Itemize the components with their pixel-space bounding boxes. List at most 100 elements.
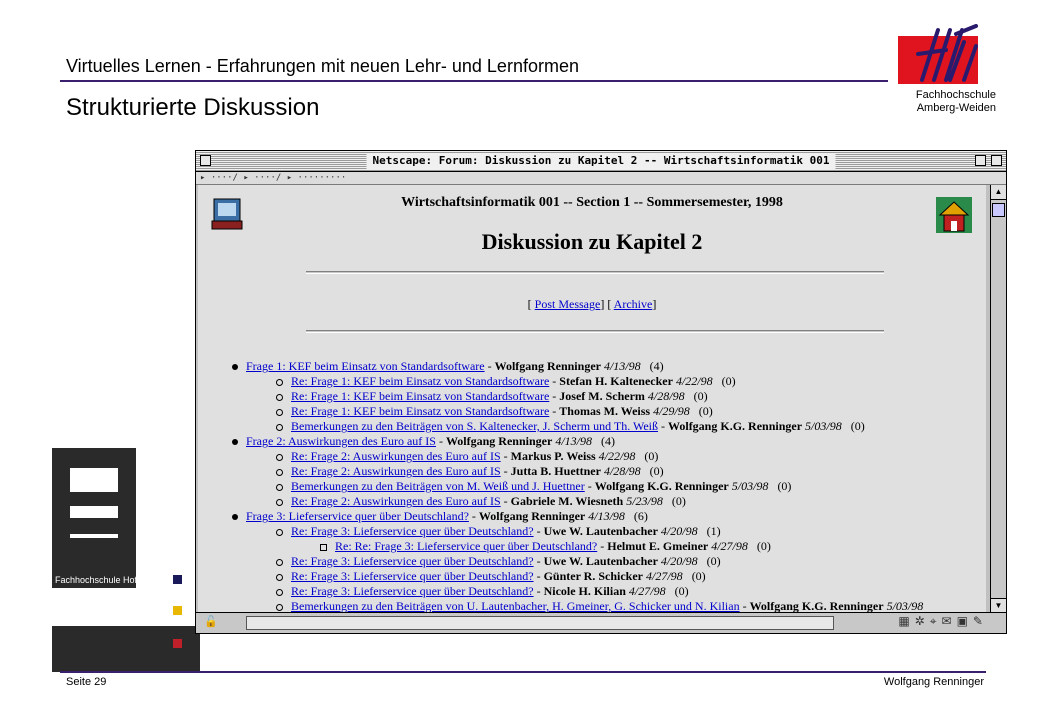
reply-count: (0) [649, 464, 664, 478]
post-author: Helmut E. Gmeiner [607, 539, 709, 553]
thread-post: Re: Re: Frage 3: Lieferservice quer über… [320, 539, 771, 554]
post-title-link[interactable]: Re: Frage 2: Auswirkungen des Euro auf I… [291, 464, 501, 478]
post-title-link[interactable]: Frage 1: KEF beim Einsatz von Standardso… [246, 359, 485, 373]
circle-bullet-icon [276, 468, 283, 476]
thread-post: Bemerkungen zu den Beiträgen von M. Weiß… [276, 479, 791, 494]
circle-bullet-icon [276, 393, 283, 401]
thread-post: Re: Frage 1: KEF beim Einsatz von Standa… [276, 404, 713, 419]
post-title-link[interactable]: Re: Re: Frage 3: Lieferservice quer über… [335, 539, 597, 553]
reply-count: (0) [644, 449, 659, 463]
post-date: 4/22/98 [675, 374, 713, 388]
collapse-box-button[interactable] [991, 155, 1002, 166]
post-date: 4/27/98 [628, 584, 666, 598]
post-author: Thomas M. Weiss [559, 404, 651, 418]
square-bullet-icon [320, 543, 327, 551]
thread-post: Re: Frage 2: Auswirkungen des Euro auf I… [276, 449, 658, 464]
archive-link[interactable]: Archive [614, 297, 653, 311]
circle-bullet-icon [276, 573, 283, 581]
post-date: 5/23/98 [626, 494, 663, 508]
institution-name: Fachhochschule Amberg-Weiden [880, 89, 996, 115]
navy-square [173, 575, 182, 584]
scroll-up-arrow[interactable]: ▲ [991, 185, 1006, 200]
thread-post: Re: Frage 3: Lieferservice quer über Deu… [276, 569, 706, 584]
red-square [173, 639, 182, 648]
action-links: [ Post Message] [ Archive] [527, 297, 657, 311]
disc-bullet-icon [232, 514, 238, 521]
post-date: 4/27/98 [646, 569, 683, 583]
post-message-link[interactable]: Post Message [535, 297, 601, 311]
component-bar-icons[interactable]: ▦✲⌖✉▣✎ [898, 614, 988, 629]
post-author: Josef M. Scherm [559, 389, 645, 403]
circle-bullet-icon [276, 423, 283, 431]
horizontal-rule [306, 330, 884, 333]
post-date: 5/03/98 [805, 419, 842, 433]
slide-title: Virtuelles Lernen - Erfahrungen mit neue… [66, 56, 579, 76]
post-author: Wolfgang Renninger [445, 434, 553, 448]
page-number: Seite 29 [66, 676, 107, 688]
close-box-button[interactable] [200, 155, 211, 166]
post-title-link[interactable]: Bemerkungen zu den Beiträgen von U. Laut… [291, 599, 740, 613]
yellow-square [173, 606, 182, 615]
post-title-link[interactable]: Re: Frage 3: Lieferservice quer über Deu… [291, 584, 534, 598]
author-name: Wolfgang Renninger [883, 676, 984, 688]
thread-post: Re: Frage 3: Lieferservice quer über Deu… [276, 524, 721, 539]
circle-bullet-icon [276, 378, 283, 386]
circle-bullet-icon [276, 528, 283, 536]
post-title-link[interactable]: Re: Frage 2: Auswirkungen des Euro auf I… [291, 494, 501, 508]
circle-bullet-icon [276, 588, 283, 596]
post-author: Stefan H. Kaltenecker [559, 374, 673, 388]
scroll-thumb[interactable] [992, 203, 1005, 217]
reply-count: (0) [721, 374, 736, 388]
institution-line-2: Amberg-Weiden [916, 102, 996, 114]
collapsed-toolbar[interactable]: ▸ ····/ ▸ ····/ ▸ ········· [196, 172, 1006, 185]
post-title-link[interactable]: Frage 2: Auswirkungen des Euro auf IS [246, 434, 436, 448]
reply-count: (6) [633, 509, 648, 523]
post-title-link[interactable]: Re: Frage 3: Lieferservice quer über Deu… [291, 524, 534, 538]
status-bar: 🔓 ▦✲⌖✉▣✎ [196, 612, 1006, 633]
post-date: 4/28/98 [647, 389, 685, 403]
post-title-link[interactable]: Bemerkungen zu den Beiträgen von S. Kalt… [291, 419, 658, 433]
vertical-scrollbar[interactable]: ▲ ▼ [990, 185, 1006, 613]
post-author: Wolfgang K.G. Renninger [749, 599, 884, 613]
post-author: Günter R. Schicker [543, 569, 644, 583]
post-date: 4/22/98 [598, 449, 636, 463]
post-title-link[interactable]: Bemerkungen zu den Beiträgen von M. Weiß… [291, 479, 585, 493]
circle-bullet-icon [276, 558, 283, 566]
zoom-box-button[interactable] [975, 155, 986, 166]
circle-bullet-icon [276, 498, 283, 506]
window-titlebar[interactable]: Netscape: Forum: Diskussion zu Kapitel 2… [196, 151, 1006, 172]
circle-bullet-icon [276, 603, 283, 611]
security-lock-icon[interactable]: 🔓 [204, 615, 218, 628]
post-title-link[interactable]: Frage 3: Lieferservice quer über Deutsch… [246, 509, 469, 523]
thread-post: Frage 1: KEF beim Einsatz von Standardso… [232, 359, 664, 374]
scroll-down-arrow[interactable]: ▼ [991, 598, 1006, 613]
thread-post: Re: Frage 2: Auswirkungen des Euro auf I… [276, 494, 686, 509]
post-author: Wolfgang K.G. Renninger [668, 419, 803, 433]
reply-count: (0) [777, 479, 792, 493]
post-title-link[interactable]: Re: Frage 3: Lieferservice quer über Deu… [291, 554, 534, 568]
post-date: 4/13/98 [555, 434, 592, 448]
thread-post: Re: Frage 2: Auswirkungen des Euro auf I… [276, 464, 664, 479]
post-title-link[interactable]: Re: Frage 1: KEF beim Einsatz von Standa… [291, 389, 549, 403]
post-date: 5/03/98 [731, 479, 769, 493]
thread-post: Frage 3: Lieferservice quer über Deutsch… [232, 509, 648, 524]
post-title-link[interactable]: Re: Frage 2: Auswirkungen des Euro auf I… [291, 449, 501, 463]
post-date: 4/28/98 [603, 464, 641, 478]
thread-post: Re: Frage 1: KEF beim Einsatz von Standa… [276, 374, 736, 389]
thread-post: Re: Frage 3: Lieferservice quer über Deu… [276, 584, 689, 599]
reply-count: (0) [671, 494, 686, 508]
post-title-link[interactable]: Re: Frage 3: Lieferservice quer über Deu… [291, 569, 534, 583]
course-line: Wirtschaftsinformatik 001 -- Section 1 -… [401, 195, 783, 210]
thread-post: Re: Frage 1: KEF beim Einsatz von Standa… [276, 389, 708, 404]
post-title-link[interactable]: Re: Frage 1: KEF beim Einsatz von Standa… [291, 374, 549, 388]
thread-post: Bemerkungen zu den Beiträgen von S. Kalt… [276, 419, 865, 434]
post-author: Wolfgang Renninger [494, 359, 601, 373]
page-heading: Diskussion zu Kapitel 2 [481, 229, 703, 254]
reply-count: (1) [706, 524, 721, 538]
post-title-link[interactable]: Re: Frage 1: KEF beim Einsatz von Standa… [291, 404, 549, 418]
circle-bullet-icon [276, 483, 283, 491]
reply-count: (0) [693, 389, 708, 403]
reply-count: (4) [649, 359, 664, 373]
footer-divider [60, 671, 986, 673]
disc-bullet-icon [232, 364, 238, 371]
